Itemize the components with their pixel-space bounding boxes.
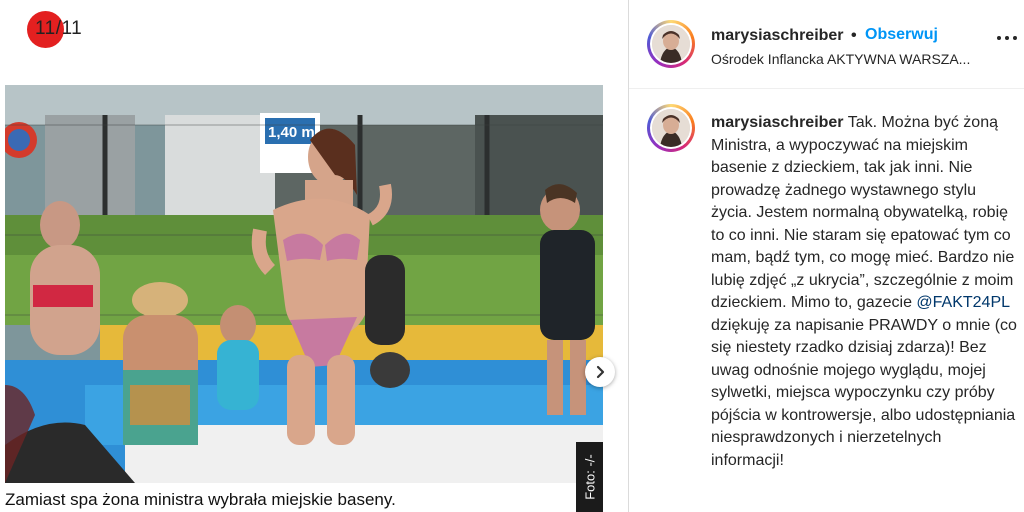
chevron-right-icon	[596, 365, 605, 379]
instagram-post-panel: marysiaschreiber • Obserwuj Ośrodek Infl…	[628, 0, 1024, 512]
comment-text-part-2: dziękuję za napisanie PRAWDY o mnie (co …	[711, 316, 1017, 469]
photo-credit-text: Foto: -/-	[582, 454, 597, 500]
comment-text-part-1: Tak. Można być żoną Ministra, a wypoczyw…	[711, 114, 1015, 311]
comment-username[interactable]: marysiaschreiber	[711, 114, 844, 131]
post-location[interactable]: Ośrodek Inflancka AKTYWNA WARSZA...	[711, 51, 981, 67]
separator-dot: •	[851, 27, 857, 44]
comment-avatar-image	[652, 109, 690, 147]
post-header: marysiaschreiber • Obserwuj Ośrodek Infl…	[629, 0, 1024, 89]
gallery-photo[interactable]: 1,40 m	[5, 85, 603, 483]
photo-illustration: 1,40 m	[5, 85, 603, 483]
avatar-image	[652, 25, 690, 63]
profile-avatar[interactable]	[647, 20, 695, 68]
follow-button[interactable]: Obserwuj	[865, 26, 938, 44]
photo-caption: Zamiast spa żona ministra wybrała miejsk…	[5, 490, 396, 509]
post-caption-comment: marysiaschreiber Tak. Można być żoną Min…	[711, 112, 1017, 472]
photo-credit: Foto: -/-	[576, 442, 603, 512]
counter-text: 11/11	[35, 18, 83, 39]
comment-avatar[interactable]	[647, 104, 695, 152]
more-options-icon[interactable]	[997, 36, 1017, 40]
slide-counter: 11/11	[27, 11, 83, 48]
pool-depth-sign: 1,40 m	[268, 124, 315, 141]
mention-link[interactable]: @FAKT24PL	[916, 294, 1009, 311]
post-username[interactable]: marysiaschreiber	[711, 27, 844, 45]
next-slide-button[interactable]	[585, 357, 615, 387]
photo-gallery: 11/11 1,40 m Foto: -/- Zamiast spa żona …	[0, 0, 628, 512]
